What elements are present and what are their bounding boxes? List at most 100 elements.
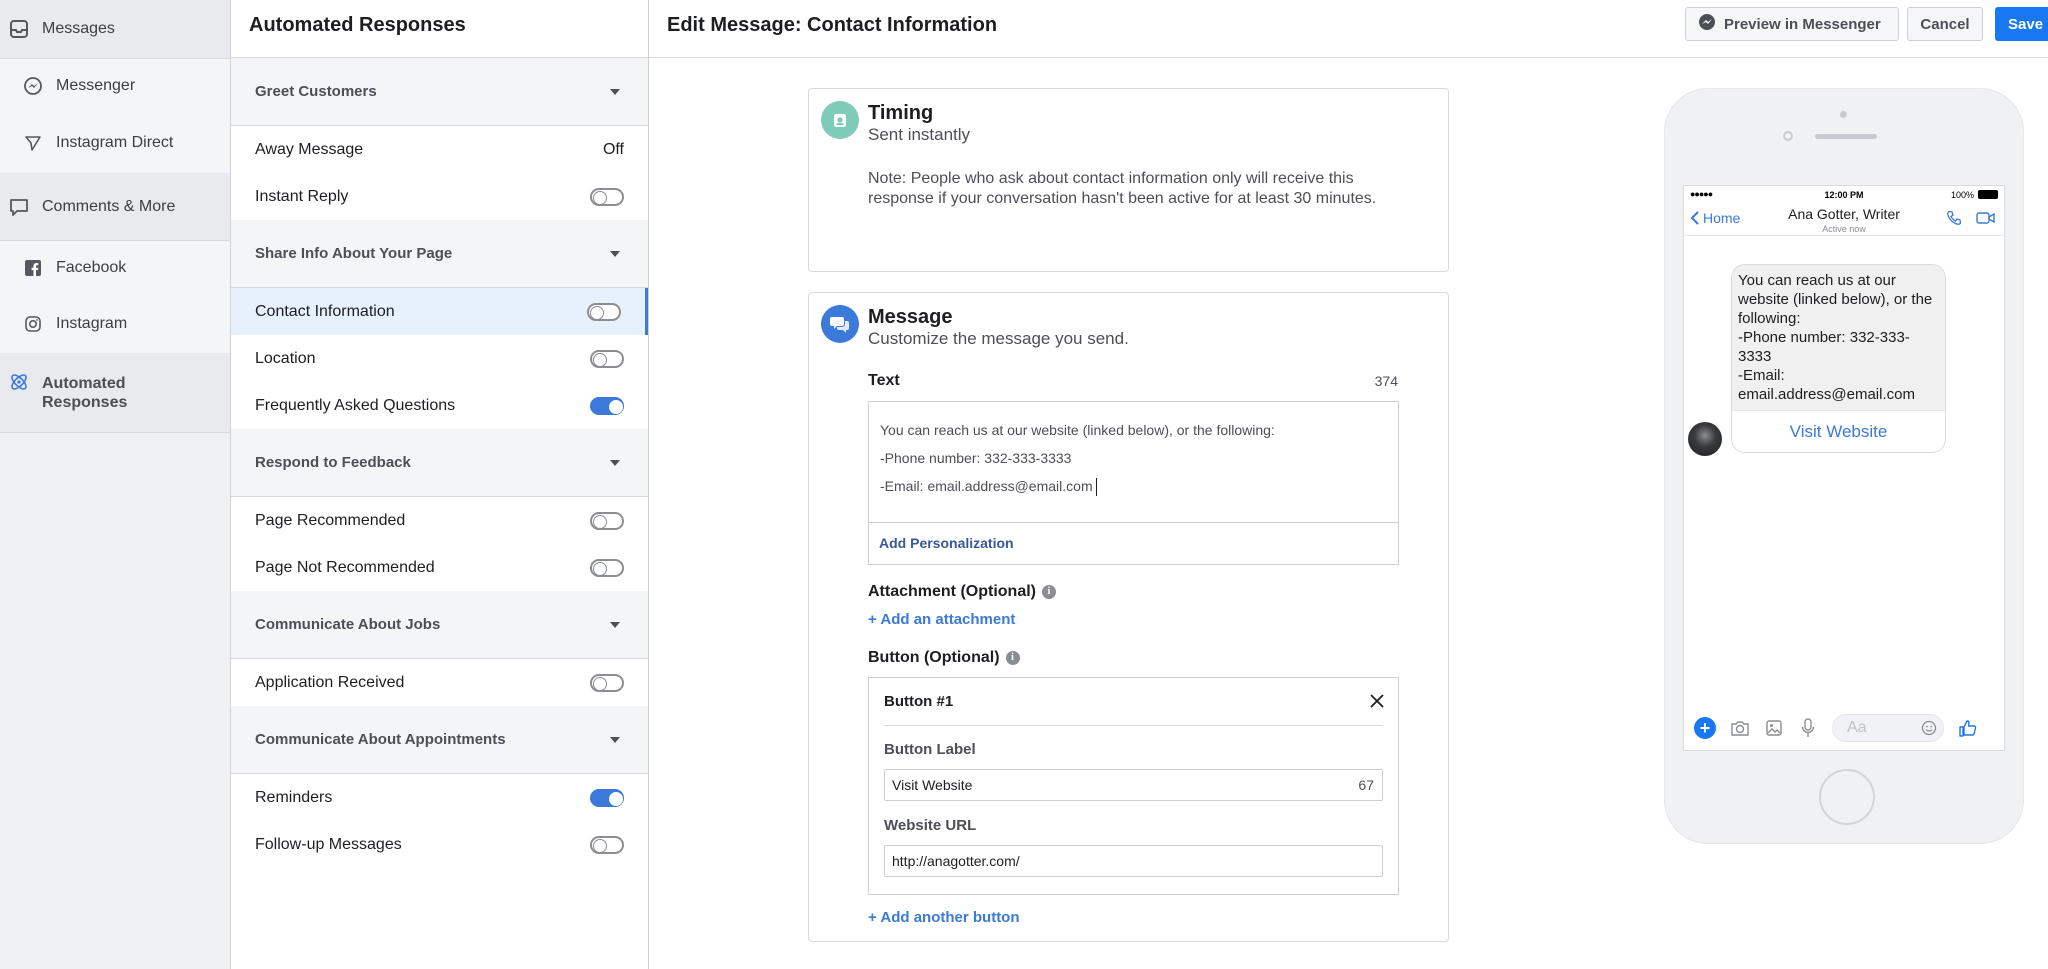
section-respond-feedback[interactable]: Respond to Feedback	[231, 429, 648, 497]
row-location[interactable]: Location	[231, 335, 648, 382]
bubble-line: You can reach us at our website (linked …	[1738, 272, 1937, 327]
location-toggle[interactable]	[590, 349, 624, 368]
application-received-toggle[interactable]	[590, 673, 624, 692]
caret-down-icon	[610, 88, 620, 95]
row-application-received[interactable]: Application Received	[231, 659, 648, 706]
chat-header: Home Ana Gotter, Writer Active now	[1684, 200, 2004, 236]
add-personalization-button[interactable]: Add Personalization	[869, 522, 1398, 564]
nav-comments-more[interactable]: Comments & More	[0, 173, 230, 240]
faq-toggle[interactable]	[590, 396, 624, 415]
message-card: Message Customize the message you send. …	[808, 292, 1449, 942]
comment-icon	[8, 196, 30, 218]
call-icons	[1946, 210, 1996, 230]
composer-input[interactable]: Aa	[1832, 714, 1944, 742]
emoji-icon[interactable]	[1921, 720, 1937, 741]
row-label: Frequently Asked Questions	[255, 396, 456, 414]
row-away-message[interactable]: Away Message Off	[231, 126, 648, 173]
page-recommended-toggle[interactable]	[590, 511, 624, 530]
button-label-value: Visit Website	[892, 777, 973, 793]
row-page-not-recommended[interactable]: Page Not Recommended	[231, 544, 648, 591]
facebook-icon	[22, 257, 44, 279]
message-composer: + Aa	[1684, 706, 2004, 750]
instant-reply-toggle[interactable]	[590, 187, 624, 206]
section-appointments[interactable]: Communicate About Appointments	[231, 706, 648, 774]
nav-group-comments: Comments & More	[0, 173, 230, 241]
phone-speaker	[1815, 134, 1877, 139]
attachment-label-row: Attachment (Optional) i	[868, 583, 1056, 601]
phone-icon[interactable]	[1946, 210, 1962, 230]
nav-automated-line2: Responses	[42, 393, 128, 411]
edit-header: Edit Message: Contact Information Previe…	[649, 0, 2048, 58]
row-contact-information[interactable]: Contact Information	[231, 288, 648, 335]
website-url-title: Website URL	[884, 817, 977, 834]
bubble-line: -Email:	[1738, 367, 1785, 384]
preview-label: Preview in Messenger	[1724, 15, 1881, 33]
close-icon[interactable]	[1368, 692, 1386, 710]
page-title: Edit Message: Contact Information	[667, 14, 998, 36]
timing-note: Note: People who ask about contact infor…	[868, 170, 1377, 207]
row-page-recommended[interactable]: Page Recommended	[231, 497, 648, 544]
message-bubble: You can reach us at our website (linked …	[1731, 264, 1946, 453]
section-jobs[interactable]: Communicate About Jobs	[231, 591, 648, 659]
video-camera-icon[interactable]	[1976, 210, 1996, 230]
nav-instagram-direct-label: Instagram Direct	[56, 134, 174, 151]
button-1-title: Button #1	[884, 693, 954, 710]
timing-subtitle: Sent instantly	[868, 125, 971, 144]
text-line: -Phone number: 332-333-3333	[880, 450, 1072, 466]
nav-comments-more-label: Comments & More	[42, 197, 176, 215]
phone-home-button	[1819, 769, 1875, 825]
visit-website-button[interactable]: Visit Website	[1732, 410, 1945, 452]
row-instant-reply[interactable]: Instant Reply	[231, 173, 648, 220]
button-label-input[interactable]: Visit Website 67	[884, 769, 1383, 801]
nav-instagram-label: Instagram	[56, 315, 128, 332]
nav-facebook-label: Facebook	[56, 259, 127, 276]
nav-automated-responses[interactable]: Automated Responses	[0, 353, 230, 432]
save-button[interactable]: Save	[1995, 7, 2048, 41]
row-label: Contact Information	[255, 302, 395, 320]
nav-facebook[interactable]: Facebook	[0, 241, 230, 295]
away-message-status: Off	[602, 140, 624, 158]
section-title: Share Info About Your Page	[255, 245, 453, 262]
cancel-button[interactable]: Cancel	[1907, 7, 1983, 41]
row-follow-up[interactable]: Follow-up Messages	[231, 821, 648, 868]
button-label-row: Button (Optional) i	[868, 649, 1020, 667]
inbox-icon	[8, 18, 30, 40]
preview-in-messenger-button[interactable]: Preview in Messenger	[1685, 7, 1899, 41]
message-text-content[interactable]: You can reach us at our website (linked …	[869, 402, 1398, 514]
info-icon[interactable]: i	[1005, 650, 1020, 665]
row-reminders[interactable]: Reminders	[231, 774, 648, 821]
attachment-label: Attachment (Optional)	[868, 583, 1036, 600]
bubble-text: You can reach us at our website (linked …	[1732, 265, 1945, 410]
nav-instagram-direct[interactable]: Instagram Direct	[0, 113, 230, 173]
caret-down-icon	[610, 736, 620, 743]
website-url-input[interactable]: http://anagotter.com/	[884, 845, 1383, 877]
microphone-icon[interactable]	[1798, 718, 1818, 738]
image-icon[interactable]	[1764, 718, 1784, 738]
info-icon[interactable]: i	[1042, 584, 1056, 599]
section-share-info[interactable]: Share Info About Your Page	[231, 220, 648, 288]
phone-sensor	[1840, 111, 1847, 118]
row-faq[interactable]: Frequently Asked Questions	[231, 382, 648, 429]
contact-information-toggle[interactable]	[587, 302, 621, 321]
messenger-icon	[1698, 13, 1716, 35]
plus-icon[interactable]: +	[1694, 717, 1716, 739]
nav-messenger[interactable]: Messenger	[0, 59, 230, 113]
nav-instagram[interactable]: Instagram	[0, 295, 230, 353]
add-attachment-link[interactable]: + Add an attachment	[868, 611, 1015, 628]
follow-up-toggle[interactable]	[590, 835, 624, 854]
section-title: Communicate About Appointments	[255, 731, 506, 748]
section-greet-customers[interactable]: Greet Customers	[231, 58, 648, 126]
message-subtitle: Customize the message you send.	[868, 329, 1129, 348]
camera-icon[interactable]	[1730, 718, 1750, 738]
add-another-button-link[interactable]: + Add another button	[868, 909, 1020, 926]
phone-camera	[1783, 131, 1793, 141]
reminders-toggle[interactable]	[590, 788, 624, 807]
section-title: Greet Customers	[255, 83, 377, 100]
thumbs-up-icon[interactable]	[1958, 718, 1978, 738]
message-text-editor[interactable]: You can reach us at our website (linked …	[868, 401, 1399, 565]
nav-messages[interactable]: Messages	[0, 0, 230, 58]
send-icon	[22, 132, 44, 154]
page-not-recommended-toggle[interactable]	[590, 558, 624, 577]
section-title: Communicate About Jobs	[255, 616, 441, 633]
row-label: Page Recommended	[255, 511, 406, 529]
